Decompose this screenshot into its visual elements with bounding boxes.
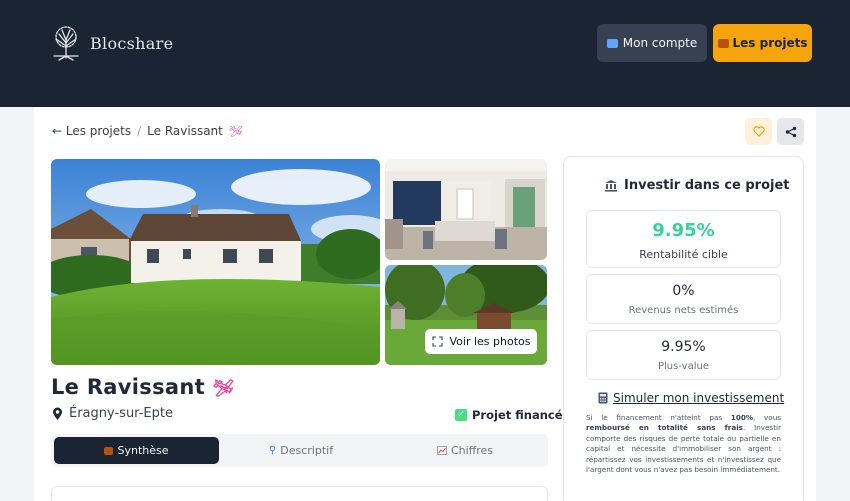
breadcrumb-current: Le Ravissant [147, 124, 223, 138]
account-button[interactable]: Mon compte [597, 24, 707, 62]
stat-net-income: 0% Revenus nets estimés [586, 274, 781, 324]
tab-descriptif[interactable]: ⚲ Descriptif [219, 437, 383, 464]
computer-icon [606, 38, 618, 48]
disclaimer-bold: remboursé en totalité sans frais [586, 423, 743, 433]
share-icon [785, 126, 796, 137]
tab-synthese-label: Synthèse [117, 444, 169, 457]
location-text: Éragny-sur-Epte [69, 406, 173, 421]
stat-value: 9.95% [661, 339, 706, 355]
disclaimer-text: , vous [753, 413, 781, 422]
share-button[interactable] [777, 118, 804, 145]
stat-label: Plus-value [657, 361, 709, 372]
bank-icon [605, 180, 617, 192]
main-photo[interactable] [51, 159, 380, 365]
brand-logo[interactable]: Blocshare [49, 25, 173, 61]
map-pin-icon [53, 407, 62, 420]
disclaimer-bold: 100% [730, 413, 754, 422]
funding-status: ✓ Projet financé [455, 408, 563, 422]
interior-photo[interactable] [385, 159, 547, 260]
projects-button[interactable]: Les projets [713, 24, 812, 62]
living-room-photo [385, 159, 547, 260]
projects-button-label: Les projets [732, 36, 808, 50]
invest-title-text: Investir dans ce projet [624, 178, 790, 193]
house-photo [51, 159, 380, 365]
content-card [51, 486, 548, 501]
check-icon: ✓ [455, 409, 467, 421]
tree-logo-icon [53, 26, 79, 61]
account-button-label: Mon compte [622, 36, 698, 50]
stat-value: 9.95% [652, 220, 715, 241]
house-icon [717, 38, 729, 48]
breadcrumb-back-link[interactable]: ← Les projets [52, 124, 131, 138]
house-icon [104, 446, 114, 455]
favorite-button[interactable] [745, 118, 772, 145]
project-tabs: Synthèse ⚲ Descriptif Chiffres [51, 434, 548, 467]
risk-disclaimer: Si le financement n'atteint pas 100%, vo… [586, 413, 781, 476]
chart-icon [436, 446, 447, 455]
expand-icon [431, 336, 443, 347]
invest-title: Investir dans ce projet [604, 178, 790, 193]
simulate-investment-link[interactable]: Simuler mon investissement [598, 391, 784, 405]
brand-name: Blocshare [90, 33, 174, 53]
tab-descriptif-label: Descriptif [280, 444, 334, 457]
tab-chiffres-label: Chiffres [450, 444, 494, 457]
view-photos-button[interactable]: Voir les photos [425, 329, 537, 354]
view-photos-label: Voir les photos [449, 335, 531, 348]
heart-icon [752, 126, 765, 137]
stat-capital-gain: 9.95% Plus-value [586, 330, 781, 380]
funding-status-label: Projet financé [472, 408, 563, 422]
stat-label: Revenus nets estimés [628, 305, 739, 316]
tab-synthese[interactable]: Synthèse [54, 437, 219, 464]
disclaimer-text: Si le financement n'atteint pas [586, 413, 731, 422]
breadcrumb-separator: / [137, 124, 142, 138]
project-title-text: Le Ravissant [51, 375, 205, 399]
stat-target-return: 9.95% Rentabilité cible [586, 210, 781, 268]
calculator-icon [598, 392, 608, 404]
breadcrumb: ← Les projets / Le Ravissant 🛩 [52, 124, 243, 138]
stat-value: 0% [672, 283, 695, 299]
tab-chiffres[interactable]: Chiffres [383, 437, 547, 464]
magnifier-icon: ⚲ [268, 445, 277, 456]
airplane-icon: 🛩 [228, 124, 243, 138]
airplane-icon: 🛩 [212, 379, 235, 399]
simulate-label: Simuler mon investissement [613, 391, 785, 405]
project-location: Éragny-sur-Epte [52, 406, 173, 421]
stat-label: Rentabilité cible [639, 248, 728, 261]
project-title: Le Ravissant 🛩 [51, 375, 234, 399]
